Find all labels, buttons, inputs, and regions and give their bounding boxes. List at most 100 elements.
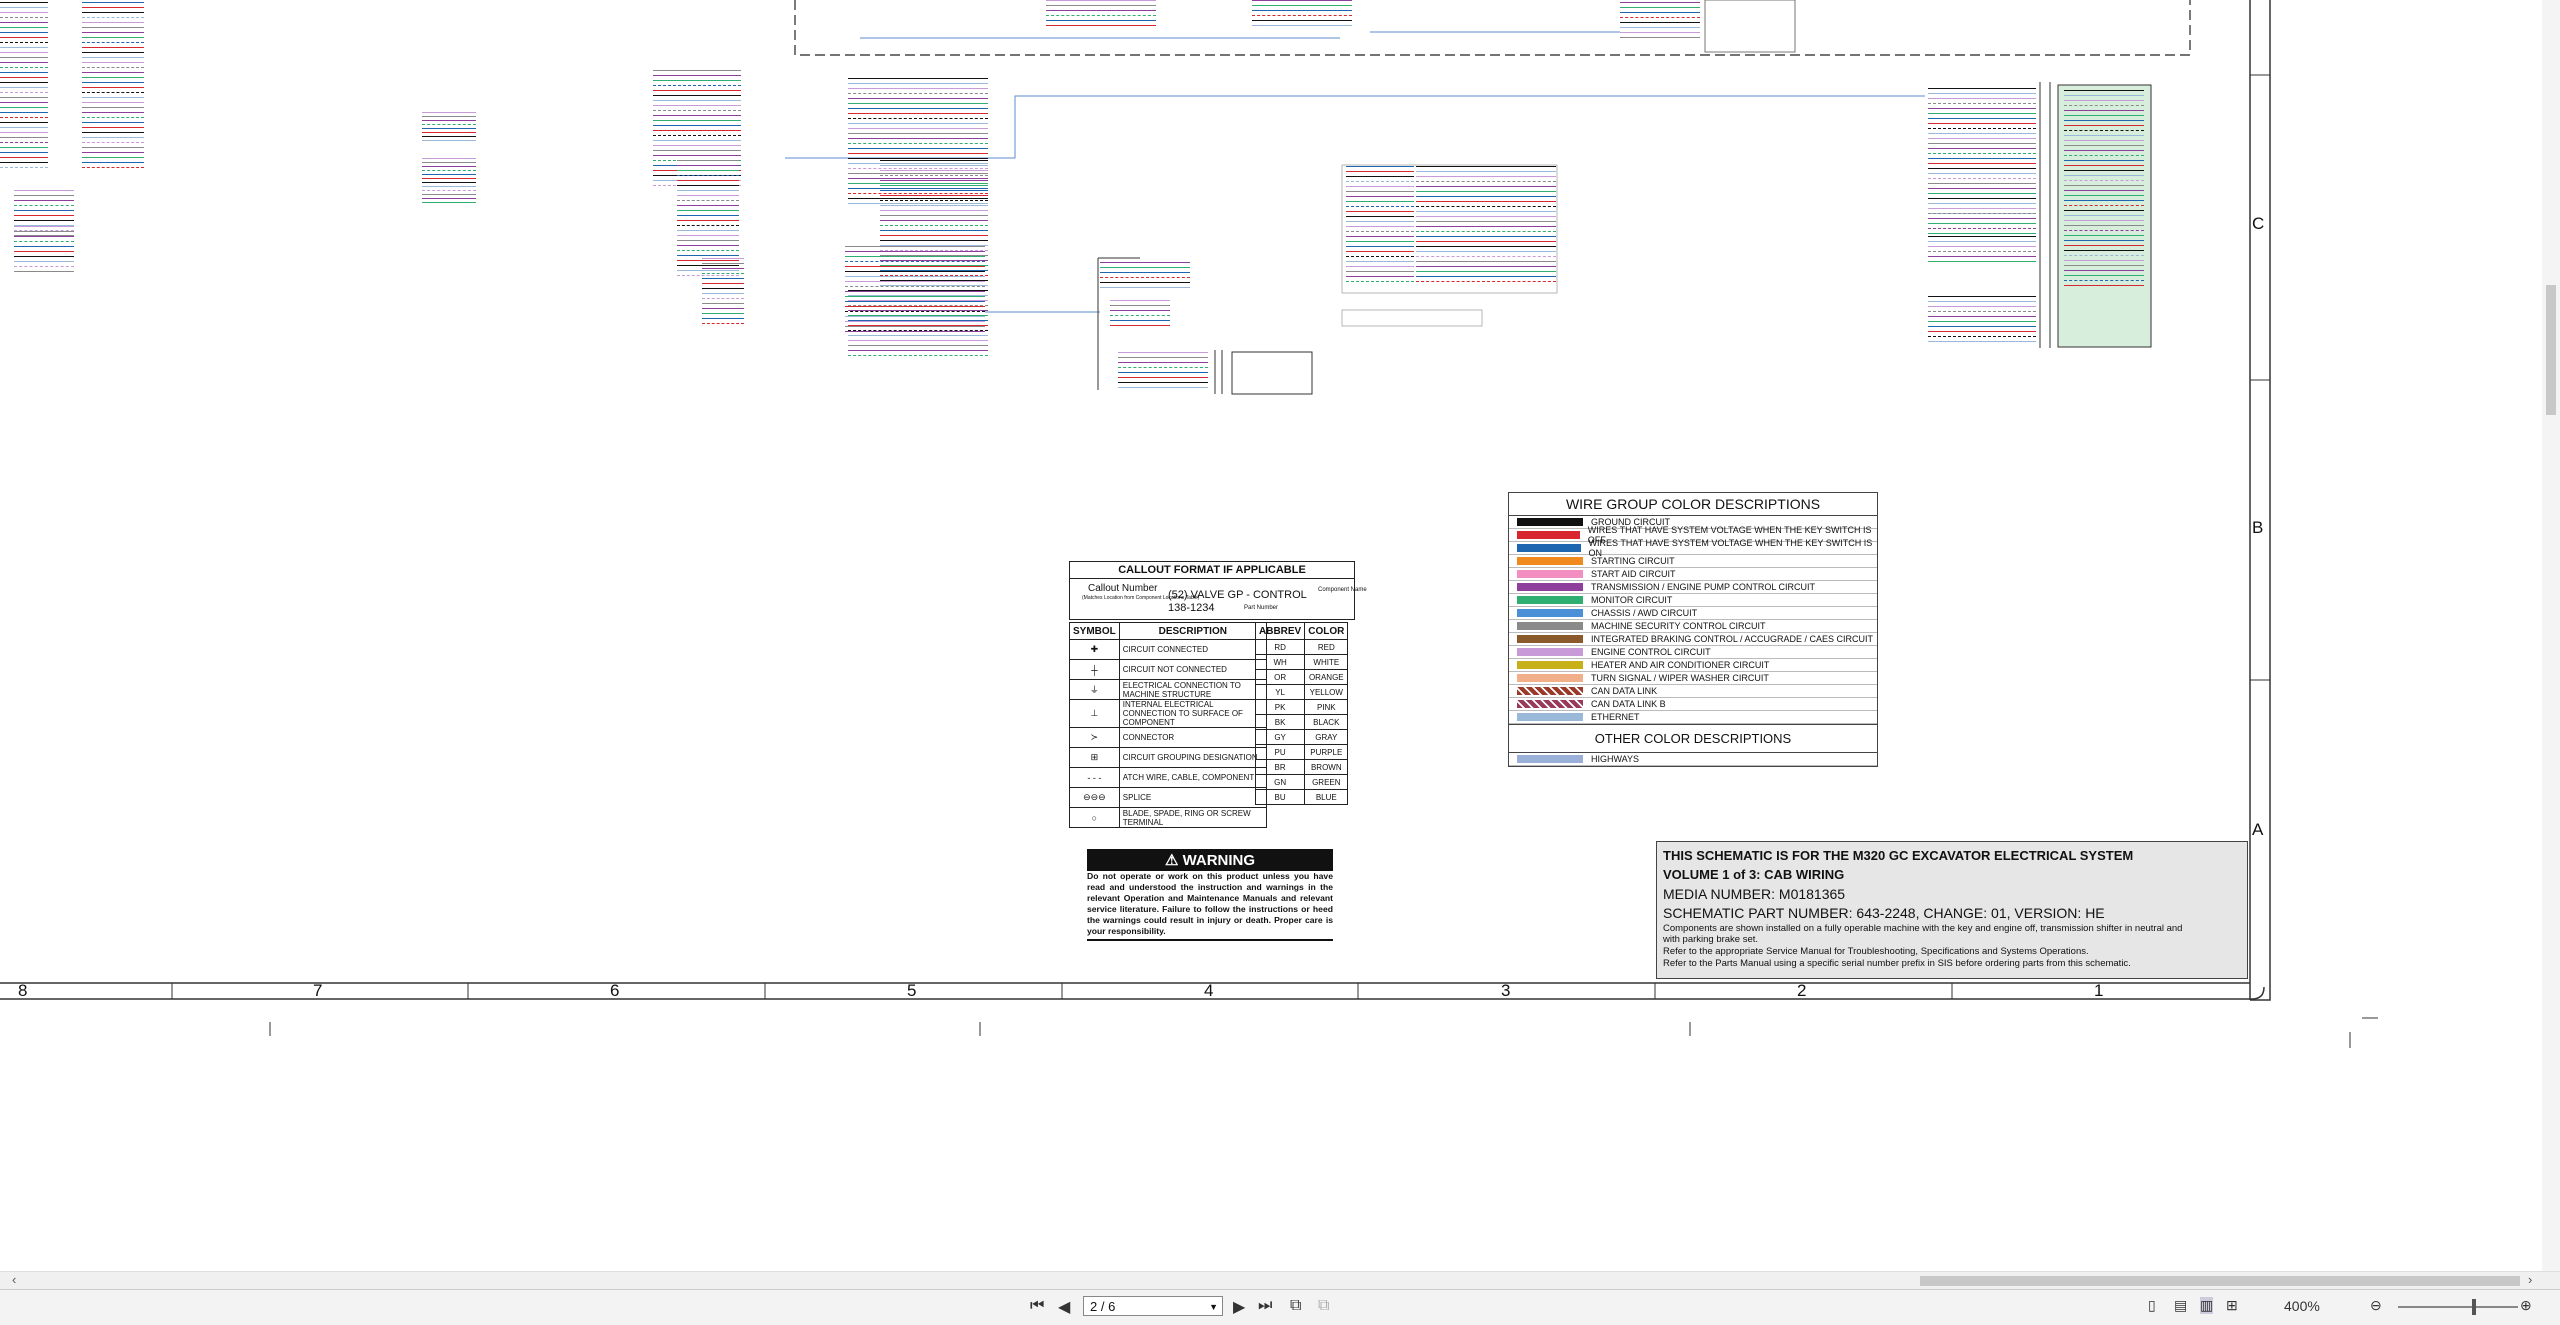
wire-line xyxy=(1928,113,2036,114)
wire-line xyxy=(1346,271,1414,272)
wire-line xyxy=(880,160,988,161)
wire-group-label: MONITOR CIRCUIT xyxy=(1591,595,1673,605)
scroll-left-icon[interactable]: ‹ xyxy=(12,1272,16,1287)
wire-line xyxy=(653,130,741,131)
wire-line xyxy=(1928,321,2036,322)
abbrev-color: BLUE xyxy=(1304,789,1349,805)
wire-line xyxy=(82,137,144,138)
zoom-out-icon[interactable]: ⊖ xyxy=(2370,1297,2382,1314)
wire-line xyxy=(880,220,988,221)
wire-line xyxy=(1416,251,1556,252)
wire-line xyxy=(1416,236,1556,237)
wire-line xyxy=(422,198,476,199)
wire-line xyxy=(848,290,988,291)
abbrev-row: WH WHITE xyxy=(1254,654,1349,670)
wire-group-label: STARTING CIRCUIT xyxy=(1591,556,1675,566)
symbol-row: ⏚ ELECTRICAL CONNECTION TO MACHINE STRUCT… xyxy=(1069,679,1267,700)
wire-line xyxy=(848,183,988,184)
wire-line xyxy=(1416,181,1556,182)
wire-line xyxy=(848,198,988,199)
page-dropdown-icon[interactable]: ▼ xyxy=(1209,1297,1218,1317)
wire-line xyxy=(14,220,74,221)
schematic-part-number: SCHEMATIC PART NUMBER: 643-2248, CHANGE:… xyxy=(1663,905,2105,921)
cover-page-icon[interactable]: ⊞ xyxy=(2226,1297,2238,1314)
wire-line xyxy=(0,152,48,153)
continuous-page-icon[interactable]: ▤ xyxy=(2174,1297,2187,1314)
zoom-in-icon[interactable]: ⊕ xyxy=(2520,1297,2532,1314)
wire-line xyxy=(2064,250,2144,251)
previous-page-icon[interactable]: ◀ xyxy=(1058,1297,1070,1317)
vertical-scrollbar[interactable] xyxy=(2542,0,2560,1271)
abbrev-color: GRAY xyxy=(1304,729,1349,745)
wire-line xyxy=(702,258,744,259)
facing-page-icon[interactable]: ▥ xyxy=(2200,1297,2214,1314)
last-page-icon[interactable]: ⏭ xyxy=(1258,1297,1272,1315)
wire-line xyxy=(880,235,988,236)
wire-line xyxy=(1252,20,1352,21)
wire-line xyxy=(1346,261,1414,262)
zone-column-4: 4 xyxy=(1204,981,1214,1000)
wire-line xyxy=(1928,133,2036,134)
wire-line xyxy=(848,153,988,154)
wire-line xyxy=(0,157,48,158)
abbrev-code: RD xyxy=(1254,639,1306,655)
page-number-field[interactable]: 2 / 6 ▼ xyxy=(1083,1296,1223,1316)
wire-line xyxy=(1928,228,2036,229)
horizontal-scroll-thumb[interactable] xyxy=(1920,1276,2520,1286)
symbol-description: ATCH WIRE, CABLE, COMPONENT xyxy=(1118,767,1267,788)
wire-line xyxy=(677,220,739,221)
symbol-row: ✚ CIRCUIT CONNECTED xyxy=(1069,639,1267,660)
wire-line xyxy=(1620,2,1700,3)
wire-line xyxy=(702,308,744,309)
wire-line xyxy=(848,98,988,99)
wire-line xyxy=(2064,115,2144,116)
first-page-icon[interactable]: ⏮ xyxy=(1030,1297,1044,1315)
wire-line xyxy=(702,288,744,289)
next-view-icon[interactable]: ⧉ xyxy=(1318,1297,1329,1315)
abbrev-row: GY GRAY xyxy=(1254,729,1349,745)
wire-line xyxy=(0,22,48,23)
scroll-right-icon[interactable]: › xyxy=(2528,1272,2532,1287)
wire-line xyxy=(1928,251,2036,252)
wire-line xyxy=(0,27,48,28)
wire-line xyxy=(422,128,476,129)
wire-line xyxy=(422,116,476,117)
wire-line xyxy=(845,246,985,247)
wire-line xyxy=(1346,201,1414,202)
zoom-slider-thumb[interactable] xyxy=(2472,1299,2476,1315)
next-page-icon[interactable]: ▶ xyxy=(1233,1297,1245,1317)
wire-line xyxy=(848,193,988,194)
wire-color-swatch xyxy=(1517,570,1583,578)
symbol-row: - - - ATCH WIRE, CABLE, COMPONENT xyxy=(1069,767,1267,788)
wire-line xyxy=(1118,387,1208,388)
wire-line xyxy=(2064,285,2144,286)
wire-line xyxy=(880,240,988,241)
wire-line xyxy=(653,140,741,141)
wire-line xyxy=(702,298,744,299)
previous-view-icon[interactable]: ⧉ xyxy=(1290,1297,1301,1315)
wire-line xyxy=(1110,325,1170,326)
wire-line xyxy=(0,147,48,148)
wire-line xyxy=(880,215,988,216)
wire-line xyxy=(422,162,476,163)
wire-line xyxy=(0,132,48,133)
wire-line xyxy=(0,72,48,73)
title-note-service: Refer to the appropriate Service Manual … xyxy=(1663,946,2089,957)
abbrev-code: GN xyxy=(1254,774,1306,790)
wire-line xyxy=(653,120,741,121)
wire-color-swatch xyxy=(1517,700,1583,708)
wire-line xyxy=(848,138,988,139)
wire-line xyxy=(1416,231,1556,232)
single-page-icon[interactable]: ▯ xyxy=(2148,1297,2156,1314)
symbol-glyph: ┼ xyxy=(1069,659,1120,680)
wire-line xyxy=(880,210,988,211)
wire-line xyxy=(422,158,476,159)
abbrev-code: BK xyxy=(1254,714,1306,730)
horizontal-scrollbar[interactable]: ‹ › xyxy=(0,1271,2560,1290)
wire-line xyxy=(880,165,988,166)
vertical-scroll-thumb[interactable] xyxy=(2546,285,2556,415)
zoom-slider[interactable] xyxy=(2398,1306,2518,1308)
wire-line xyxy=(82,32,144,33)
wire-line xyxy=(2064,275,2144,276)
wire-line xyxy=(1416,261,1556,262)
